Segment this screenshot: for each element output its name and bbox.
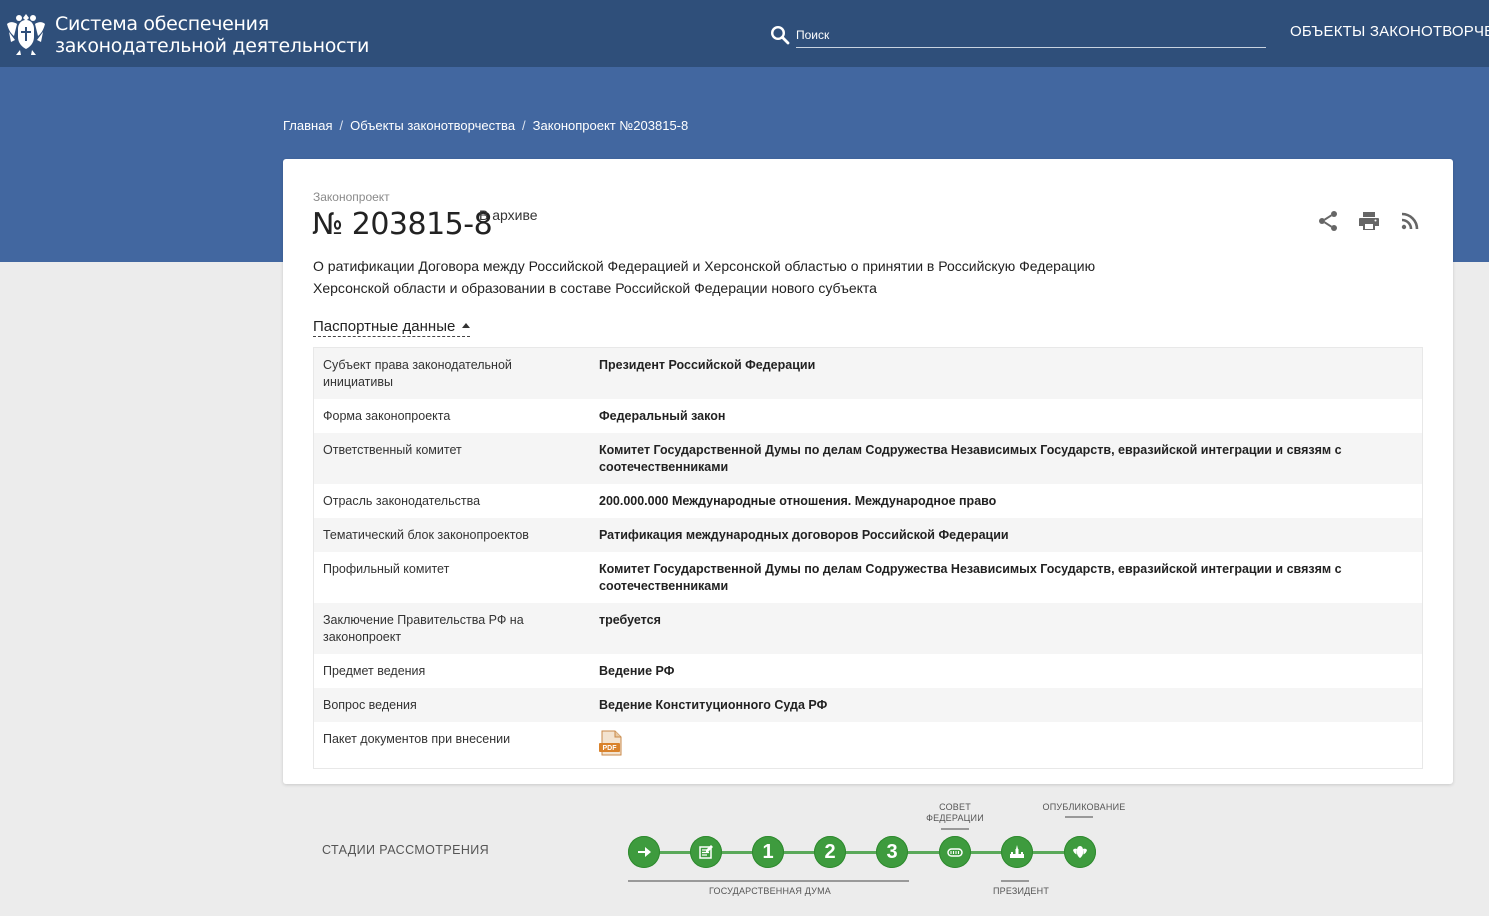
stage-bar-president (1001, 880, 1029, 882)
emblem-icon (1073, 846, 1087, 858)
stage-caption-president: ПРЕЗИДЕНТ (992, 886, 1050, 896)
row-value: требуется (599, 613, 661, 627)
table-row: Предмет ведения Ведение РФ (313, 654, 1423, 688)
row-label: Отрасль законодательства (323, 494, 481, 508)
emblem-logo-icon[interactable] (5, 10, 47, 56)
bill-description-line1: О ратификации Договора между Российской … (313, 258, 1096, 274)
row-label: Ответственный комитет (323, 443, 462, 457)
table-row: Заключение Правительства РФ на законопро… (313, 603, 1423, 654)
table-row: Вопрос ведения Ведение Конституционного … (313, 688, 1423, 722)
table-row: Ответственный комитет Комитет Государств… (313, 433, 1423, 484)
table-row: Форма законопроекта Федеральный закон (313, 399, 1423, 433)
site-title-line1: Система обеспечения (55, 13, 269, 35)
stages-title: СТАДИИ РАССМОТРЕНИЯ (322, 843, 490, 857)
stage-bar-duma (628, 880, 909, 882)
bill-description: О ратификации Договора между Российской … (313, 255, 1213, 299)
passport-toggle-label: Паспортные данные (313, 318, 456, 335)
stage-submission[interactable] (628, 836, 660, 868)
row-label: Предмет ведения (323, 664, 426, 678)
kremlin-icon (1010, 845, 1024, 858)
passport-table: Субъект права законодательной инициативы… (313, 347, 1423, 769)
document-icon (699, 845, 713, 859)
table-row: Отрасль законодательства 200.000.000 Меж… (313, 484, 1423, 518)
bill-kind: Законопроект (313, 190, 390, 204)
breadcrumb-current: Законопроект №203815-8 (532, 118, 689, 133)
table-row: Пакет документов при внесении PDF (313, 722, 1423, 768)
stage-president[interactable] (1001, 836, 1033, 868)
top-header: Система обеспечения законодательной деят… (0, 0, 1489, 67)
svg-text:PDF: PDF (603, 745, 618, 752)
stage-caption-council-line1: СОВЕТ (939, 802, 971, 812)
row-label: Форма законопроекта (323, 409, 451, 423)
breadcrumb-objects[interactable]: Объекты законотворчества (350, 118, 515, 133)
breadcrumb-separator: / (339, 118, 344, 133)
site-title-line2: законодательной деятельности (55, 35, 370, 57)
breadcrumb: Главная / Объекты законотворчества / Законоп… (283, 118, 688, 133)
site-title[interactable]: Система обеспечения законодательной деят… (55, 13, 369, 57)
stage-caption-published: ОПУБЛИКОВАНИЕ (1042, 802, 1126, 812)
row-value: Ратификация международных договоров Росс… (599, 528, 1009, 542)
search-input[interactable] (796, 22, 1266, 48)
stage-bar-published (1065, 816, 1093, 818)
row-value: Комитет Государственной Думы по делам Со… (599, 443, 1342, 474)
row-value: Комитет Государственной Думы по делам Со… (599, 562, 1342, 593)
row-value: Ведение Конституционного Суда РФ (599, 698, 828, 712)
row-value: Президент Российской Федерации (599, 358, 816, 372)
table-row: Тематический блок законопроектов Ратифик… (313, 518, 1423, 552)
stage-bar-council (941, 828, 969, 830)
print-icon[interactable] (1357, 209, 1381, 233)
row-label: Тематический блок законопроектов (323, 528, 529, 542)
bill-status: В архиве (479, 207, 538, 223)
row-label: Субъект права законодательной инициативы (323, 358, 512, 389)
table-row: Профильный комитет Комитет Государственн… (313, 552, 1423, 603)
stage-second-reading[interactable]: 2 (814, 836, 846, 868)
stage-caption-council: СОВЕТ ФЕДЕРАЦИИ (925, 802, 985, 824)
row-label: Заключение Правительства РФ на законопро… (323, 613, 524, 644)
search-icon[interactable] (770, 25, 790, 45)
federation-council-icon (947, 848, 963, 857)
rss-icon[interactable] (1398, 209, 1422, 233)
bill-description-line2: Херсонской области и образовании в соста… (313, 280, 877, 296)
table-row: Субъект права законодательной инициативы… (313, 347, 1423, 399)
bill-number: № 203815-8 (312, 207, 493, 242)
stage-caption-duma: ГОСУДАРСТВЕННАЯ ДУМА (708, 886, 831, 896)
stage-federation-council[interactable] (939, 836, 971, 868)
row-label: Профильный комитет (323, 562, 450, 576)
row-label: Пакет документов при внесении (323, 732, 511, 746)
breadcrumb-separator: / (522, 118, 526, 133)
share-icon[interactable] (1316, 209, 1340, 233)
arrow-right-icon (638, 847, 651, 857)
passport-toggle[interactable]: Паспортные данные (313, 318, 471, 337)
pdf-icon[interactable]: PDF (599, 730, 623, 756)
row-value: PDF (590, 722, 1423, 768)
row-value: 200.000.000 Международные отношения. Меж… (599, 494, 997, 508)
caret-up-icon (462, 323, 471, 328)
stage-publication[interactable] (1064, 836, 1096, 868)
row-value: Федеральный закон (599, 409, 726, 423)
stage-preliminary[interactable] (690, 836, 722, 868)
bill-card: Законопроект № 203815-8 В архиве О ратиф… (283, 159, 1453, 784)
row-value: Ведение РФ (599, 664, 675, 678)
row-label: Вопрос ведения (323, 698, 417, 712)
stage-caption-council-line2: ФЕДЕРАЦИИ (926, 813, 984, 823)
stage-first-reading[interactable]: 1 (752, 836, 784, 868)
nav-objects-link[interactable]: ОБЪЕКТЫ ЗАКОНОТВОРЧЕС (1290, 23, 1489, 40)
stage-third-reading[interactable]: 3 (876, 836, 908, 868)
breadcrumb-home[interactable]: Главная (283, 118, 332, 133)
